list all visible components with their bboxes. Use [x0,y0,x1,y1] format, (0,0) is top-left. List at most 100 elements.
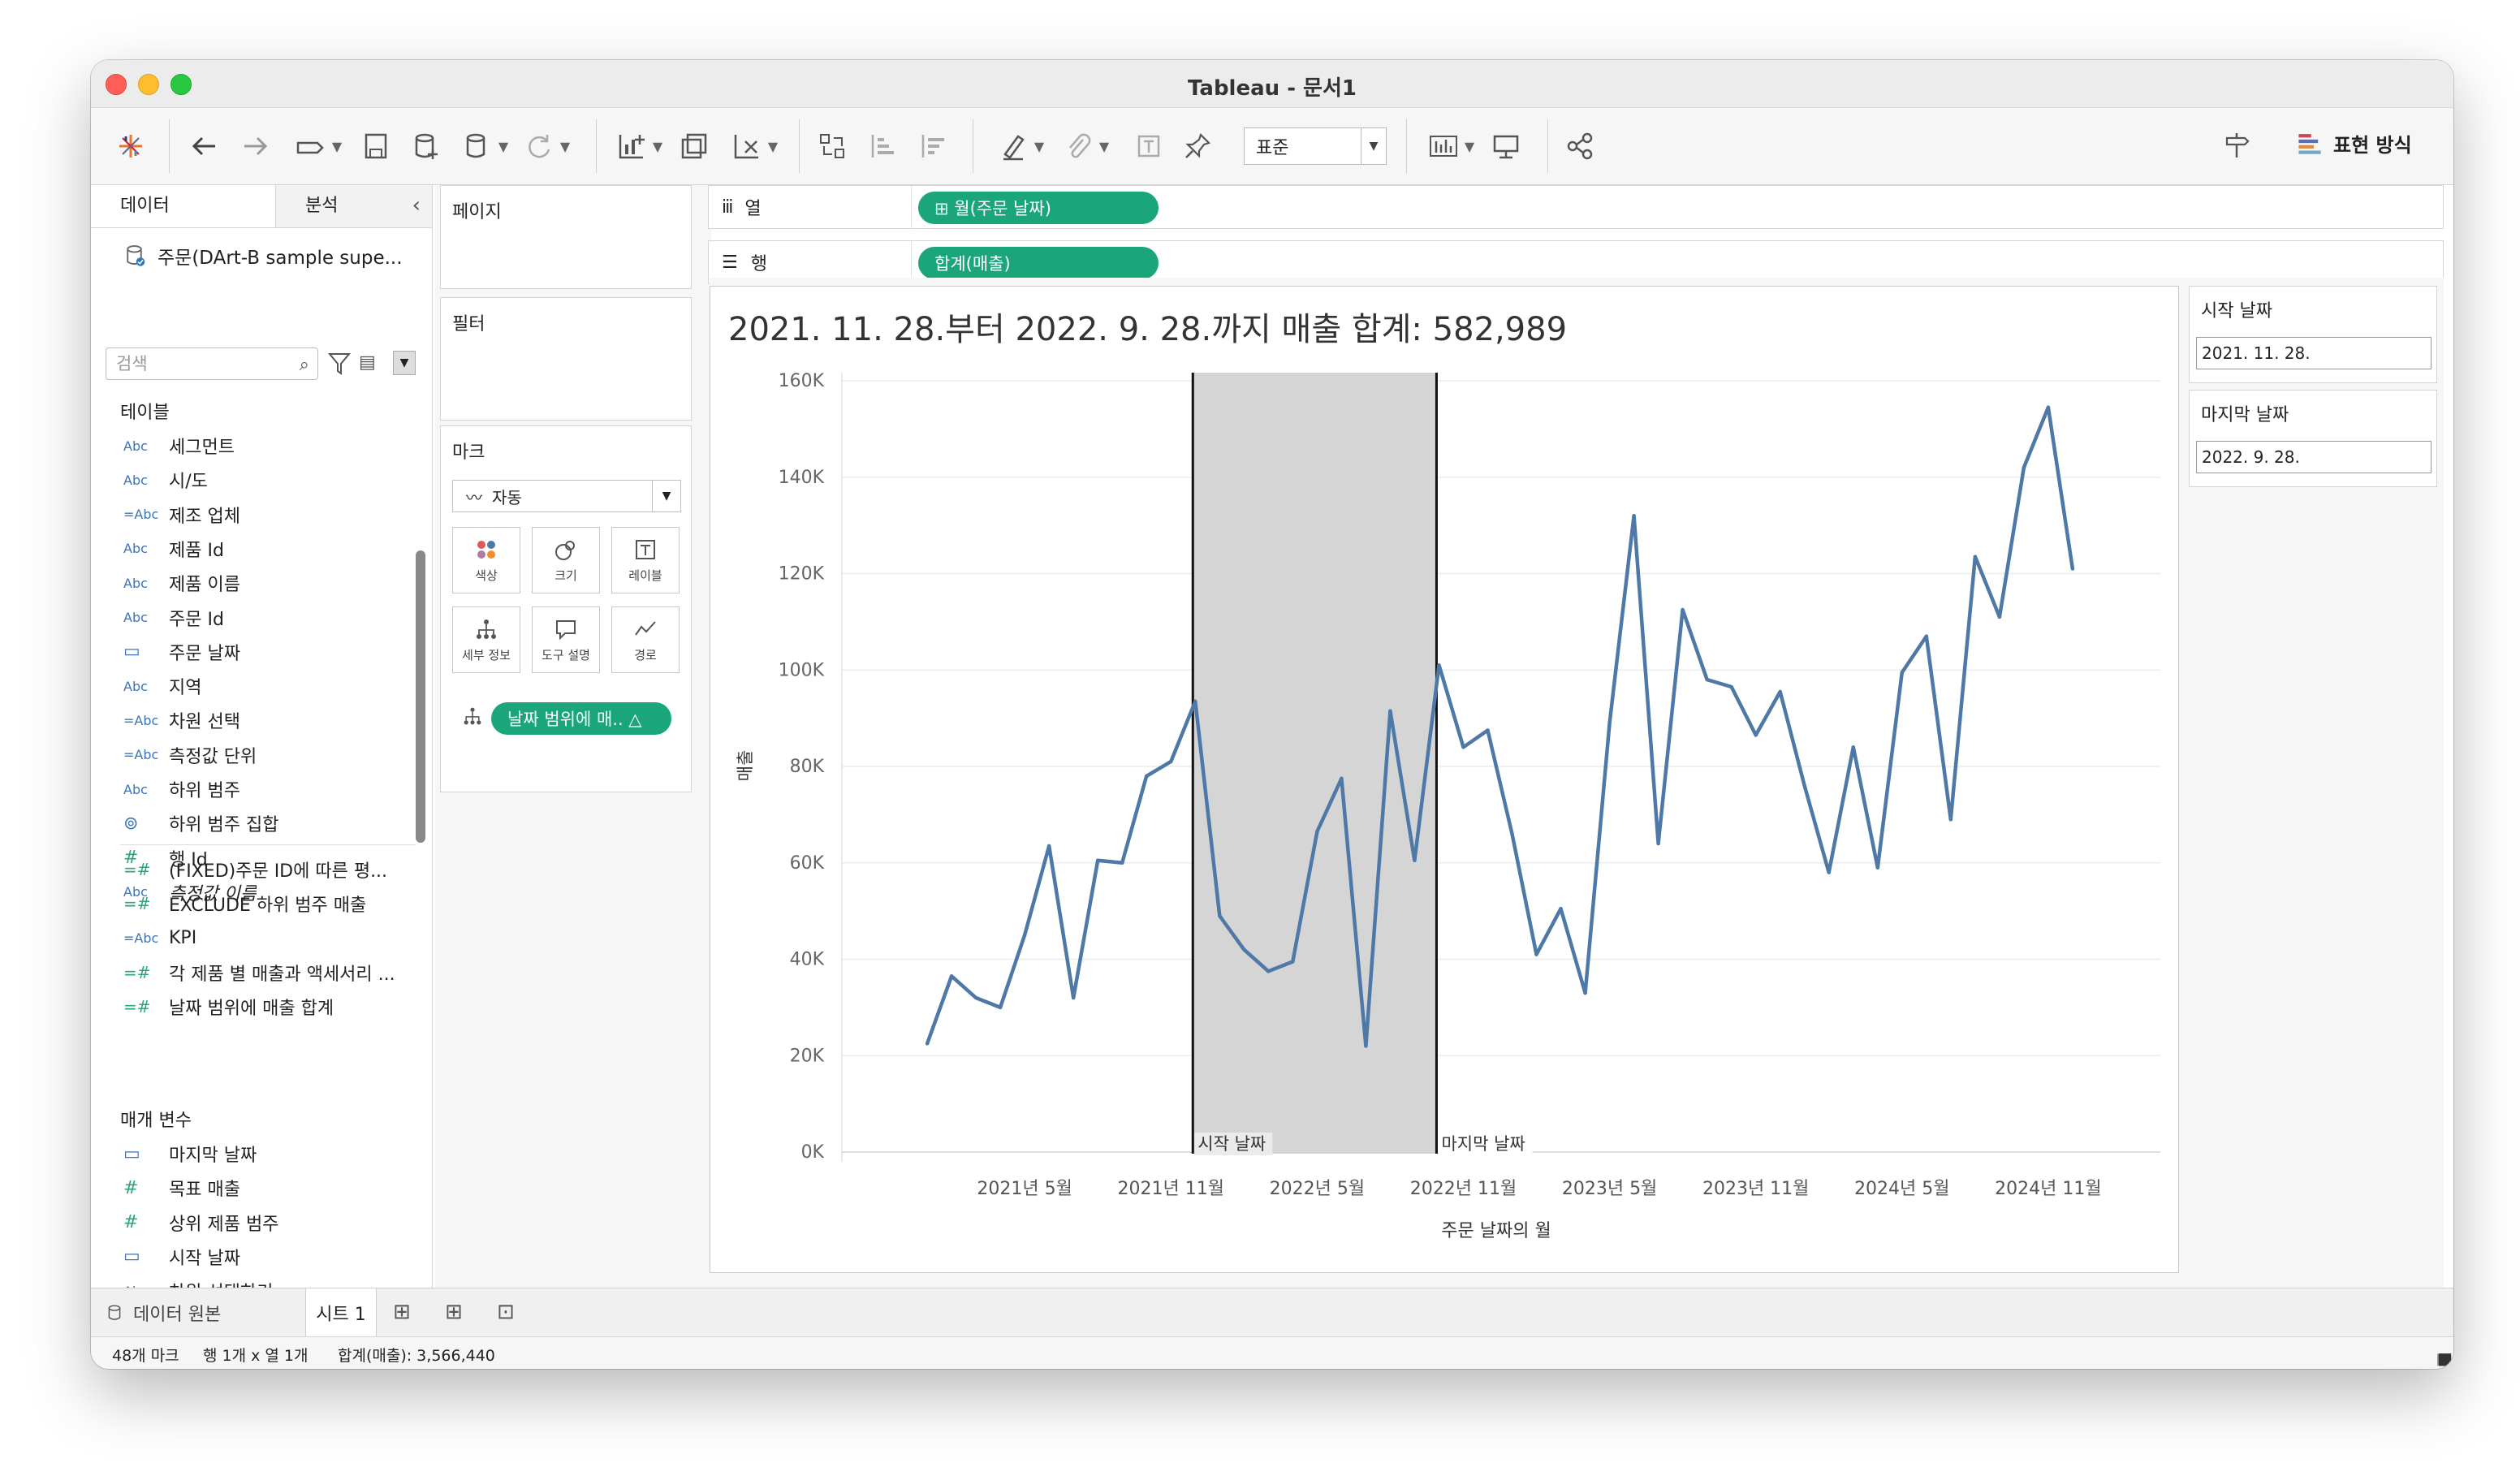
field-item[interactable]: =Abc 측정값 단위 [123,740,416,770]
redo-icon[interactable] [237,126,274,166]
highlight-icon[interactable]: ▼ [992,126,1049,166]
marks-detail-pill[interactable]: 날짜 범위에 매.. △ [491,702,671,735]
sum-sales-pill[interactable]: 합계(매출) [918,247,1159,279]
tooltip-button[interactable]: 도구 설명 [532,606,600,673]
data-point [1388,709,1392,713]
field-item[interactable]: # 상위 제품 범주 [123,1207,416,1238]
filter-icon[interactable] [328,351,351,375]
calculated-number-icon: =# [123,997,151,1017]
show-mark-labels-icon[interactable] [1130,126,1167,166]
data-point [1510,831,1514,836]
field-label: 제품 이름 [169,575,240,596]
start-date-parameter: 시작 날짜 2021. 11. 28. [2189,286,2437,383]
new-story-tab-icon[interactable]: ⊡ [497,1300,515,1324]
field-item[interactable]: Abc 하위 범주 [123,774,416,805]
field-item[interactable]: ⊚ 하위 범주 집합 [123,808,416,839]
pause-updates-icon[interactable]: ▼ [458,126,511,166]
y-tick-label: 140K [779,468,825,488]
marks-title: 마크 [452,442,485,463]
field-label: 제조 업체 [169,506,240,527]
detail-button[interactable]: 세부 정보 [452,606,520,673]
show-me-button[interactable]: 표현 방식 [2296,129,2412,158]
sort-ascending-icon[interactable] [864,126,901,166]
field-item[interactable]: ▭ 마지막 날짜 [123,1138,416,1169]
group-members-icon[interactable]: ▼ [1057,126,1114,166]
presentation-mode-icon[interactable] [1487,126,1525,166]
share-icon[interactable] [1562,126,1599,166]
tabs-view-icon[interactable]: ■ [2437,1349,2453,1368]
view-options-dropdown[interactable]: ▼ [393,351,416,375]
tab-data[interactable]: 데이터 [91,185,276,227]
undo-icon[interactable] [185,126,222,166]
status-rows-columns: 행 1개 x 열 1개 [203,1347,309,1365]
data-point [1364,1044,1368,1048]
new-datasource-icon[interactable] [408,126,445,166]
field-item[interactable]: =# (FIXED)주문 ID에 따른 평... [123,854,416,885]
string-icon: Abc [123,472,148,488]
field-label: 세그먼트 [169,438,235,458]
duplicate-sheet-icon[interactable] [675,126,713,166]
view-list-icon[interactable]: ▤ [359,352,376,373]
path-button[interactable]: 경로 [611,606,680,673]
field-item[interactable]: =Abc KPI [123,923,416,954]
data-point [1120,861,1124,865]
field-item[interactable]: Abc 주문 Id [123,602,416,633]
field-item[interactable]: =# EXCLUDE 하위 범주 매출 [123,888,416,919]
replay-animation-icon[interactable]: ▼ [286,126,351,166]
start-date-input[interactable]: 2021. 11. 28. [2196,337,2432,369]
month-order-date-pill[interactable]: ⊞ 월(주문 날짜) [918,192,1159,224]
datasource-item[interactable]: 주문(DArt-B sample supe... [123,242,403,270]
field-item[interactable]: ▭ 주문 날짜 [123,637,416,667]
field-item[interactable]: Abc 세그먼트 [123,430,416,461]
new-dashboard-tab-icon[interactable]: ⊞ [445,1300,463,1324]
field-label: 측정값 단위 [169,746,257,767]
save-icon[interactable] [357,126,395,166]
field-item[interactable]: Abc 지역 [123,671,416,701]
field-label: 주문 Id [169,609,224,630]
tooltip-icon [554,617,578,641]
color-button[interactable]: 색상 [452,527,520,593]
field-label: 주문 날짜 [169,643,240,664]
data-point [949,974,954,978]
end-date-input[interactable]: 2022. 9. 28. [2196,441,2432,473]
fit-select[interactable]: 표준 ▼ [1244,127,1387,165]
clear-sheet-icon[interactable]: ▼ [727,126,781,166]
tableau-logo-icon[interactable] [112,126,149,166]
new-worksheet-tab-icon[interactable]: ⊞ [393,1300,411,1324]
search-input[interactable]: 검색 ⌕ [106,347,318,380]
datasource-tab[interactable]: 데이터 원본 [106,1288,221,1337]
field-item[interactable]: =# 각 제품 별 매출과 액세서리 ... [123,957,416,988]
field-item[interactable]: =Abc 제조 업체 [123,499,416,530]
label-button[interactable]: 레이블 [611,527,680,593]
field-label: 지역 [169,678,202,699]
field-item[interactable]: ▭ 시작 날짜 [123,1241,416,1272]
show-hide-cards-icon[interactable]: ▼ [1422,126,1479,166]
collapse-pane-icon[interactable]: ‹ [412,193,421,218]
columns-shelf[interactable]: iii 열 ⊞ 월(주문 날짜) [708,185,2444,229]
field-item[interactable]: Abc 시/도 [123,464,416,495]
pin-sign-icon[interactable] [2218,126,2255,166]
field-item[interactable]: =Abc 차원 선택 [123,705,416,736]
filters-title: 필터 [452,314,485,334]
new-worksheet-icon[interactable]: ▼ [611,126,667,166]
fix-axes-pin-icon[interactable] [1179,126,1216,166]
data-point [1193,699,1197,704]
data-pane-scrollbar[interactable] [416,550,425,843]
field-item[interactable]: # 목표 매출 [123,1172,416,1203]
refresh-icon[interactable]: ▼ [520,126,573,166]
sheet-1-tab[interactable]: 시트 1 [305,1288,377,1337]
filters-card[interactable]: 필터 [440,297,692,421]
field-label: KPI [169,928,197,949]
field-item[interactable]: Abc 제품 Id [123,533,416,564]
y-tick-label: 100K [779,660,825,680]
sort-descending-icon[interactable] [914,126,951,166]
mark-type-select[interactable]: 〰 자동 ▼ [452,480,681,512]
swap-rows-columns-icon[interactable] [813,126,851,166]
field-item[interactable]: =# 날짜 범위에 매출 합계 [123,991,416,1022]
size-button[interactable]: 크기 [532,527,600,593]
pages-card[interactable]: 페이지 [440,185,692,289]
sales-series [925,405,2075,1048]
tab-analysis[interactable]: 분석 [276,185,432,227]
string-icon: Abc [123,575,148,591]
field-item[interactable]: Abc 제품 이름 [123,568,416,598]
